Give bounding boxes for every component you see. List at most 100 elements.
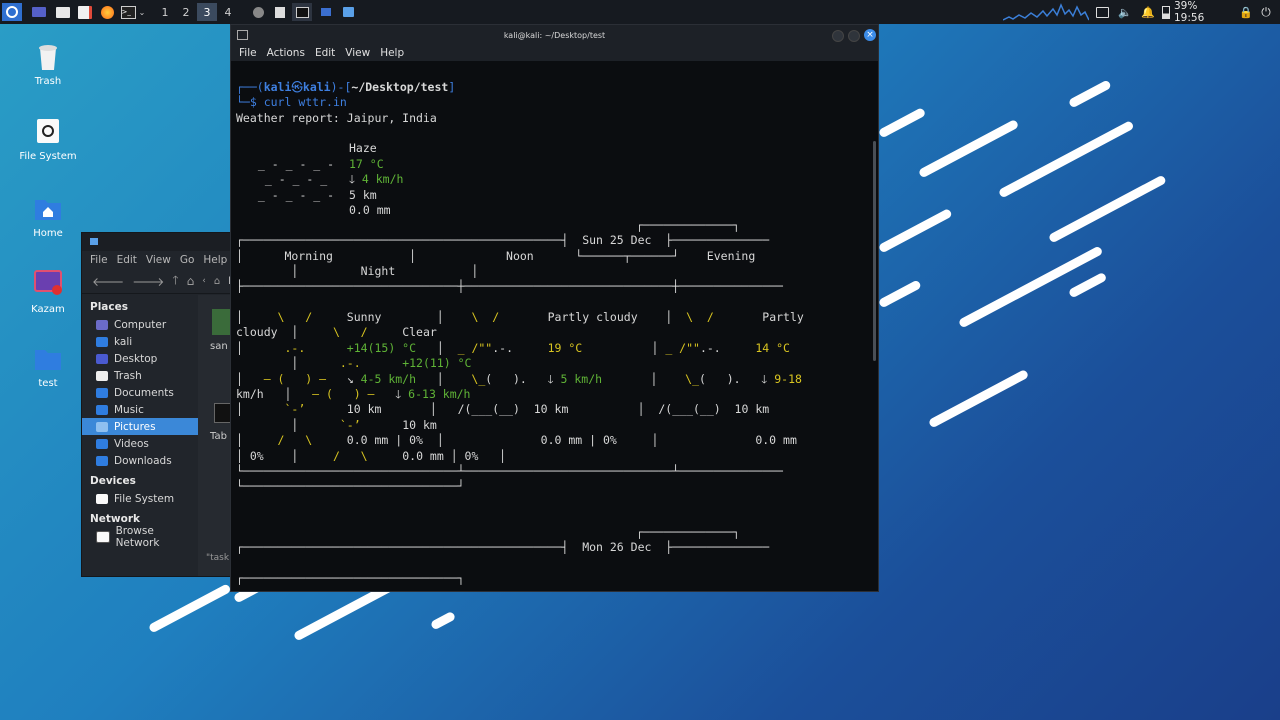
kazam-icon <box>32 268 64 300</box>
fm-menu-file[interactable]: File <box>90 254 108 266</box>
music-folder-icon <box>96 404 108 415</box>
drive-icon <box>32 115 64 147</box>
up-arrow-icon[interactable]: 🡑 <box>172 271 178 292</box>
taskbar-app-icon[interactable] <box>250 3 266 21</box>
notification-bell-icon[interactable]: 🔔 <box>1140 3 1156 21</box>
fm-sidebar: Places Computer kali Desktop Trash Docum… <box>82 295 198 549</box>
firefox-icon[interactable] <box>98 3 116 21</box>
show-desktop-icon[interactable] <box>30 3 48 21</box>
back-arrow-icon[interactable]: 🡐 <box>92 274 124 289</box>
sidebar-item-trash[interactable]: Trash <box>82 367 198 384</box>
prompt-line: ┌──(kali㉿kali)-[~/Desktop/test] <box>236 80 456 94</box>
drive-icon <box>96 493 108 504</box>
taskbar-editor-icon[interactable] <box>272 3 288 21</box>
maximize-button[interactable] <box>848 30 860 42</box>
day-1-label: Sun 25 Dec <box>582 233 652 247</box>
clock[interactable]: 39% 19:56 <box>1174 0 1224 24</box>
forward-arrow-icon[interactable]: 🡒 <box>132 274 164 289</box>
menu-actions[interactable]: Actions <box>267 47 305 59</box>
weather-report-line: Weather report: Jaipur, India <box>236 111 437 125</box>
sidebar-item-browse-network[interactable]: Browse Network <box>82 525 198 549</box>
desktop-icon-file-system[interactable]: File System <box>13 115 83 162</box>
text-editor-icon[interactable] <box>76 3 94 21</box>
fm-menu-view[interactable]: View <box>146 254 171 266</box>
places-header: Places <box>90 301 128 313</box>
path-home-icon: ⌂ <box>213 275 221 287</box>
current-condition: Haze <box>349 141 377 155</box>
desktop-icon <box>96 353 108 364</box>
terminal-titlebar[interactable]: kali@kali: ~/Desktop/test × <box>231 25 878 45</box>
workspace-4[interactable]: 4 <box>218 3 238 21</box>
desktop-icon-home[interactable]: Home <box>13 192 83 239</box>
path-left-icon[interactable]: ‹ <box>202 276 206 286</box>
fm-menu-edit[interactable]: Edit <box>117 254 137 266</box>
trash-icon <box>96 370 108 381</box>
menu-file[interactable]: File <box>239 47 257 59</box>
fm-menu-go[interactable]: Go <box>180 254 195 266</box>
battery-icon[interactable] <box>1162 3 1170 21</box>
taskbar-terminal-icon[interactable] <box>292 3 312 21</box>
minimize-button[interactable] <box>832 30 844 42</box>
workspace-3[interactable]: 3 <box>197 3 217 21</box>
close-icon[interactable]: × <box>864 29 876 41</box>
network-icon <box>96 530 110 543</box>
window-title: kali@kali: ~/Desktop/test <box>503 30 606 40</box>
sidebar-item-documents[interactable]: Documents <box>82 384 198 401</box>
fm-app-icon <box>90 238 98 245</box>
menu-edit[interactable]: Edit <box>315 47 335 59</box>
file-label[interactable]: Tab <box>210 431 227 442</box>
sidebar-item-downloads[interactable]: Downloads <box>82 452 198 469</box>
kali-menu-icon[interactable] <box>2 3 22 21</box>
command-line: └─$ curl wttr.in <box>236 95 347 109</box>
downloads-folder-icon <box>96 455 108 466</box>
current-temp: 17 °C <box>349 157 384 171</box>
sidebar-item-pictures[interactable]: Pictures <box>82 418 198 435</box>
window-list-icon[interactable] <box>1094 3 1110 21</box>
taskbar-files-icon[interactable] <box>340 3 356 21</box>
home-folder-icon <box>96 336 108 347</box>
desktop-icon-kazam[interactable]: Kazam <box>13 268 83 315</box>
folder-icon <box>32 342 64 374</box>
sidebar-item-computer[interactable]: Computer <box>82 316 198 333</box>
file-manager-icon[interactable] <box>54 3 72 21</box>
sidebar-item-desktop[interactable]: Desktop <box>82 350 198 367</box>
status-text: "task <box>206 553 230 563</box>
lock-icon[interactable]: 🔒 <box>1238 3 1254 21</box>
file-label[interactable]: san <box>210 341 228 352</box>
taskbar-window-icon[interactable] <box>318 3 334 21</box>
desktop-icon-test[interactable]: test <box>13 342 83 389</box>
computer-icon <box>96 319 108 330</box>
cpu-graph <box>1003 3 1089 21</box>
sidebar-item-kali[interactable]: kali <box>82 333 198 350</box>
menu-help[interactable]: Help <box>380 47 404 59</box>
sidebar-item-music[interactable]: Music <box>82 401 198 418</box>
workspace-2[interactable]: 2 <box>176 3 196 21</box>
documents-folder-icon <box>96 387 108 398</box>
terminal-icon[interactable]: >_ <box>119 3 137 21</box>
pictures-folder-icon <box>96 421 108 432</box>
sidebar-item-videos[interactable]: Videos <box>82 435 198 452</box>
menu-view[interactable]: View <box>345 47 370 59</box>
volume-icon[interactable]: 🔈 <box>1117 3 1133 21</box>
day-2-label: Mon 26 Dec <box>582 540 652 554</box>
current-wind: 🡓 4 km/h <box>349 172 404 186</box>
chevron-down-icon[interactable]: ⌄ <box>137 3 147 21</box>
terminal-menubar: File Actions Edit View Help <box>231 45 878 61</box>
terminal-scrollbar[interactable] <box>873 141 876 361</box>
terminal-window[interactable]: kali@kali: ~/Desktop/test × File Actions… <box>230 24 879 592</box>
terminal-app-icon <box>237 30 248 40</box>
current-visibility: 5 km <box>349 188 377 202</box>
file-thumbnail-icon[interactable] <box>212 309 232 335</box>
fm-menu-help[interactable]: Help <box>203 254 227 266</box>
home-icon[interactable]: ⌂ <box>187 274 195 288</box>
videos-folder-icon <box>96 438 108 449</box>
sidebar-item-file-system[interactable]: File System <box>82 490 198 507</box>
devices-header: Devices <box>90 475 136 487</box>
power-icon[interactable]: ⏻ <box>1258 3 1274 21</box>
top-panel: >_ ⌄ 1 2 3 4 🔈 🔔 39% 19:56 🔒 ⏻ <box>0 0 1280 24</box>
terminal-output[interactable]: ┌──(kali㉿kali)-[~/Desktop/test] └─$ curl… <box>231 61 878 591</box>
network-header: Network <box>90 513 141 525</box>
workspace-1[interactable]: 1 <box>155 3 175 21</box>
desktop-icon-trash[interactable]: Trash <box>13 40 83 87</box>
trash-icon <box>32 40 64 72</box>
